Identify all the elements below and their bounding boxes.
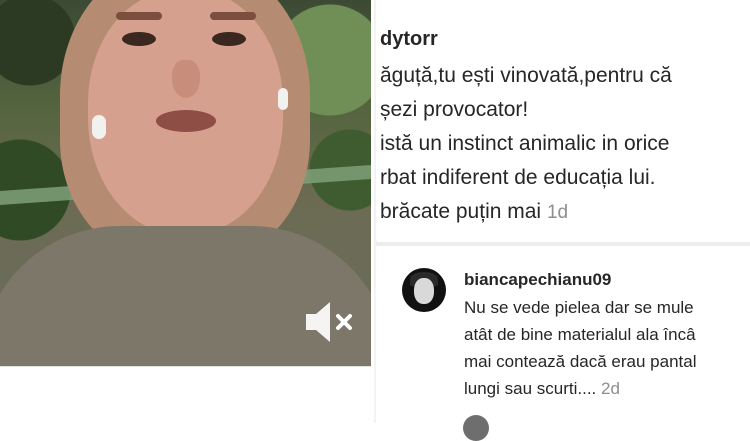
right-brow <box>210 12 256 20</box>
mouth <box>156 110 216 132</box>
earbud-left <box>92 115 106 139</box>
comment-text-line-end: lungi sau scurti.... <box>464 379 597 398</box>
comment-timestamp[interactable]: 2d <box>601 379 620 398</box>
volume-muted-icon <box>306 302 352 342</box>
comment-username[interactable]: biancapechianu09 <box>464 270 611 290</box>
earbud-right <box>278 88 288 110</box>
nose <box>172 60 200 98</box>
mute-toggle-button[interactable] <box>304 298 356 346</box>
comment-text-line: lungi sau scurti.... 2d <box>464 379 620 399</box>
post-lower-area <box>0 366 371 423</box>
comment-text-line: atât de bine materialul ala încâ <box>464 325 696 344</box>
avatar-face <box>414 278 434 304</box>
left-eye <box>122 32 156 46</box>
avatar[interactable] <box>402 268 446 312</box>
comment-text-line: șezi provocator! <box>380 98 529 121</box>
comment-timestamp[interactable]: 1d <box>547 202 568 223</box>
comment-text-line: mai contează dacă erau pantal <box>464 352 697 371</box>
divider <box>0 366 371 367</box>
comment-text-line: ăguță,tu ești vinovată,pentru că <box>380 64 672 87</box>
comment-text-line-end: brăcate puțin mai <box>380 200 542 223</box>
comment-text-line: istă un instinct animalic in orice <box>380 132 670 155</box>
comment-username[interactable]: dytorr <box>380 28 438 51</box>
comment-text-line: Nu se vede pielea dar se mule <box>464 298 694 317</box>
person-face <box>88 0 283 235</box>
comment-text-line: brăcate puțin mai 1d <box>380 200 568 224</box>
video-player[interactable] <box>0 0 371 366</box>
next-comment-avatar[interactable] <box>463 415 489 441</box>
left-brow <box>116 12 162 20</box>
right-eye <box>212 32 246 46</box>
comment-text-line: rbat indiferent de educația lui. <box>380 166 656 189</box>
